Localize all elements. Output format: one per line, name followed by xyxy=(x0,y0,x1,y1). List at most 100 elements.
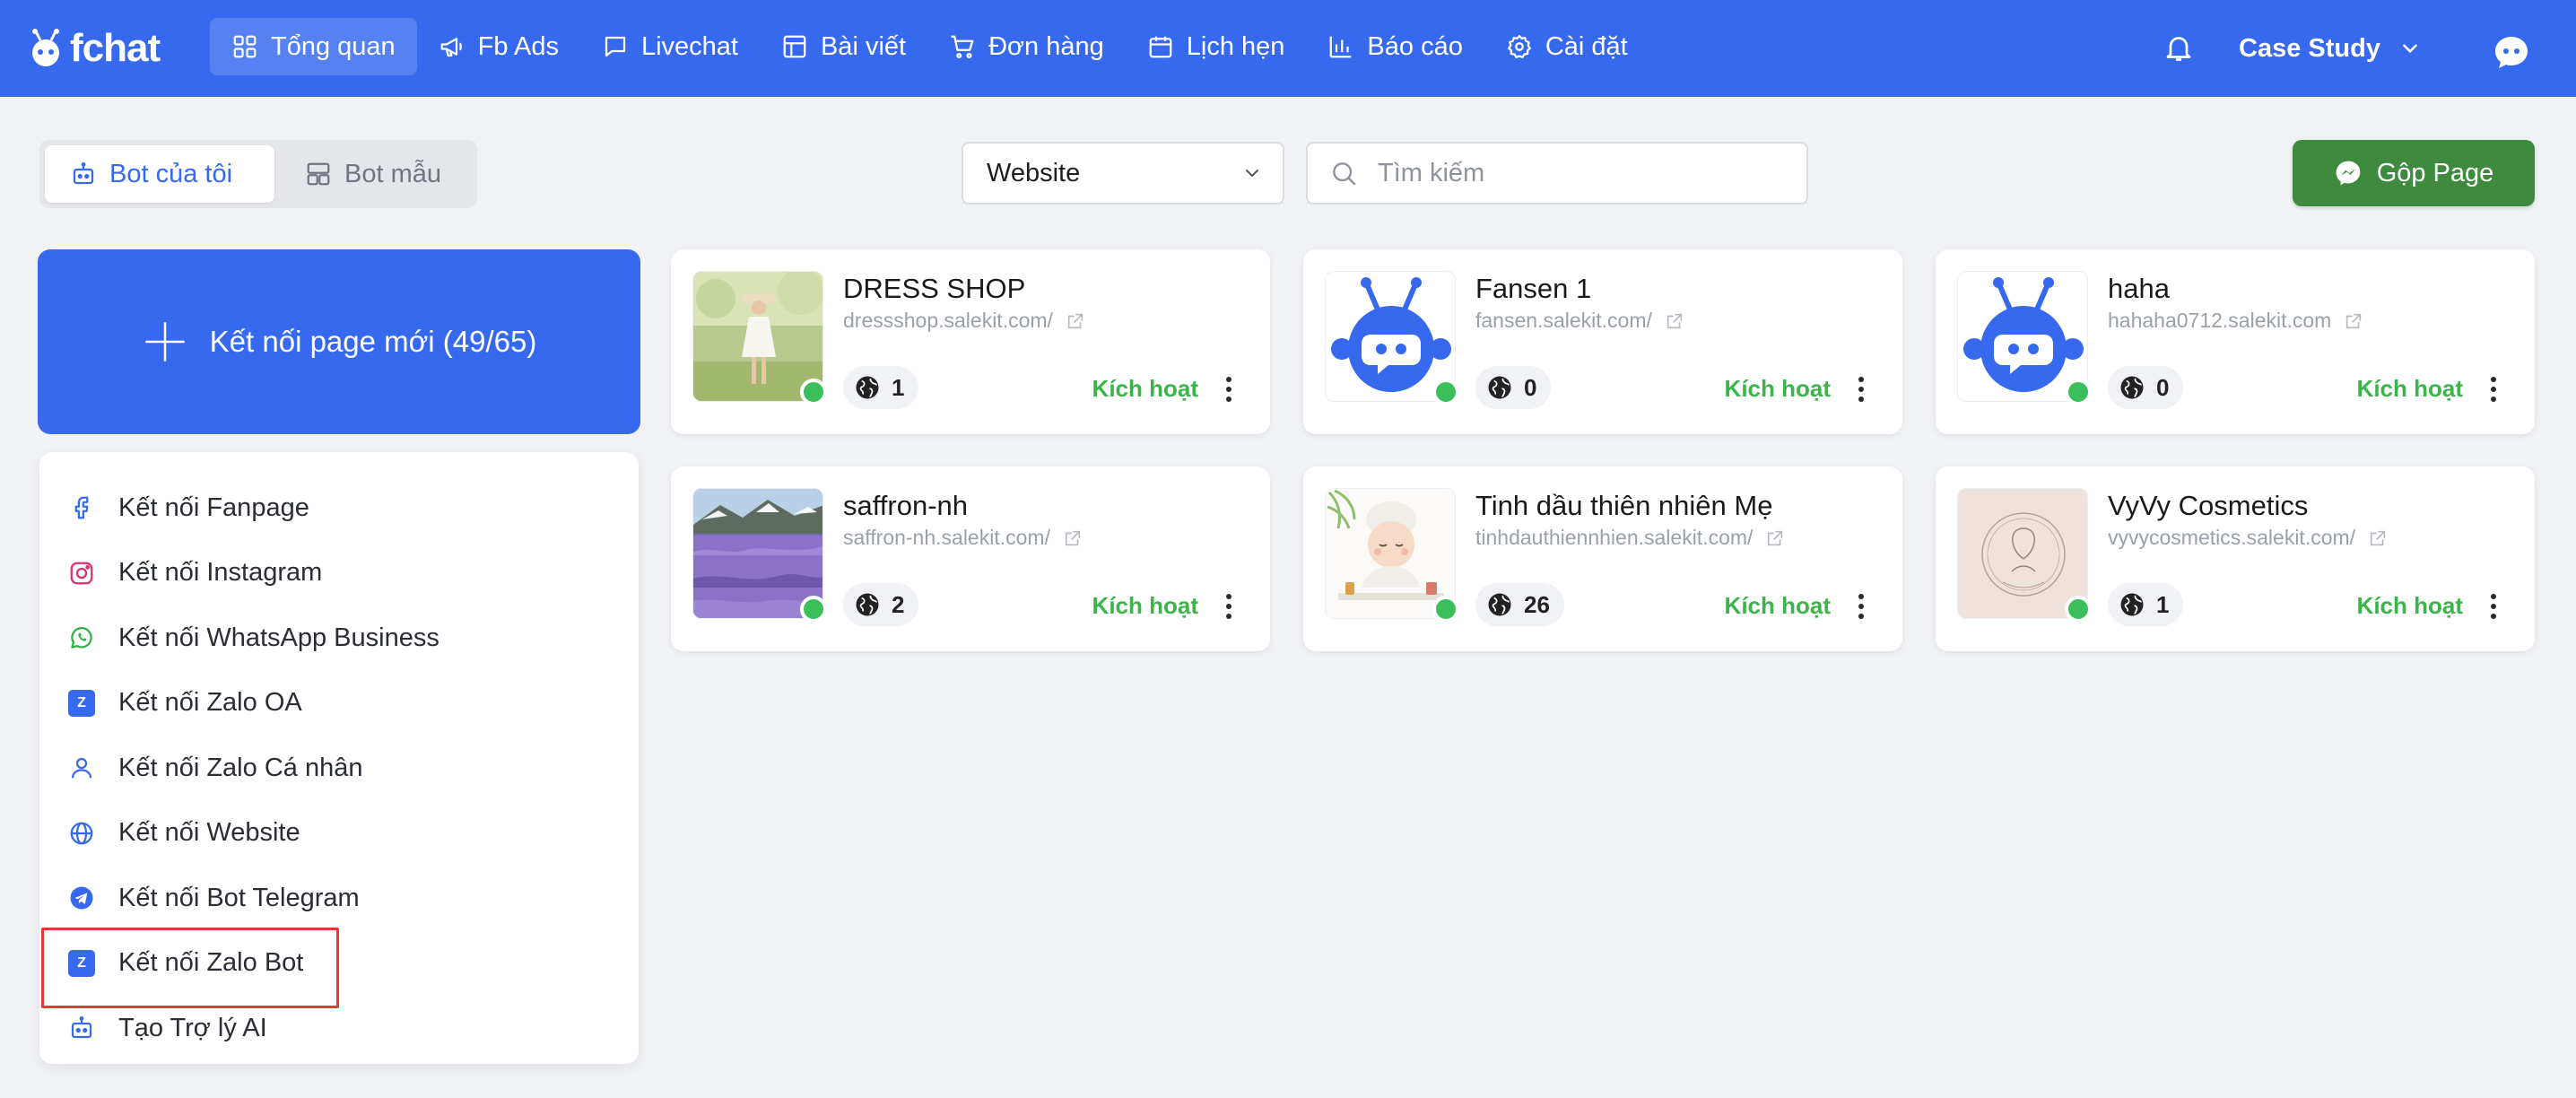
connect-instagram-item[interactable]: Kết nối Instagram xyxy=(39,541,639,606)
more-options-button[interactable] xyxy=(1220,590,1238,623)
nav-bai-viet[interactable]: Bài viết xyxy=(760,18,927,75)
external-link-icon xyxy=(2346,313,2362,328)
connect-zalo-bot-item[interactable]: Z Kết nối Zalo Bot xyxy=(39,927,639,1007)
bot-card[interactable]: saffron-nh saffron-nh.salekit.com/ 2 Kíc… xyxy=(671,466,1270,651)
gear-icon xyxy=(1507,35,1531,58)
nav-cai-dat[interactable]: Cài đặt xyxy=(1484,18,1649,75)
more-options-button[interactable] xyxy=(1852,373,1870,405)
nav-livechat[interactable]: Livechat xyxy=(580,18,760,75)
external-link-icon xyxy=(1065,530,1081,545)
activate-link[interactable]: Kích hoạt xyxy=(1092,375,1198,403)
connect-new-page-button[interactable]: Kết nối page mới (49/65) xyxy=(38,249,640,434)
connect-whatsapp-item[interactable]: Kết nối WhatsApp Business xyxy=(39,606,639,671)
nav-don-hang[interactable]: Đơn hàng xyxy=(927,18,1126,75)
bot-card[interactable]: Tinh dầu thiên nhiên Mẹ tinhdauthiennhie… xyxy=(1303,466,1902,651)
platform-filter-select[interactable]: Website xyxy=(962,142,1284,205)
bot-card[interactable]: Fansen 1 fansen.salekit.com/ 0 Kích hoạt xyxy=(1303,249,1902,434)
more-options-button[interactable] xyxy=(2485,590,2502,623)
menu-item-label: Kết nối Bot Telegram xyxy=(118,883,360,912)
menu-item-label: Kết nối Zalo Bot xyxy=(118,948,304,978)
nav-tong-quan[interactable]: Tổng quan xyxy=(210,18,417,75)
tab-my-bots[interactable]: Bot của tôi xyxy=(45,145,274,203)
bot-url: hahaha0712.salekit.com xyxy=(2108,309,2332,332)
fchat-logo[interactable]: fchat xyxy=(25,23,161,74)
create-ai-assistant-item[interactable]: Tạo Trợ lý AI xyxy=(39,996,639,1061)
menu-item-label: Kết nối Instagram xyxy=(118,558,323,588)
kebab-dot xyxy=(1226,377,1231,382)
kebab-dot xyxy=(1226,594,1231,599)
bot-name: DRESS SHOP xyxy=(843,273,1026,304)
tab-template-bots[interactable]: Bot mẫu xyxy=(280,145,466,203)
zalo-icon: Z xyxy=(68,949,95,977)
plus-icon xyxy=(144,322,185,362)
bot-card[interactable]: haha hahaha0712.salekit.com 0 Kích hoạt xyxy=(1936,249,2535,434)
bot-card[interactable]: DRESS SHOP dressshop.salekit.com/ 1 Kích… xyxy=(671,249,1270,434)
bot-url-link[interactable]: hahaha0712.salekit.com xyxy=(2108,309,2363,333)
channel-count-badge: 2 xyxy=(843,583,919,626)
tab-label: Bot mẫu xyxy=(344,159,441,188)
globe-icon xyxy=(2120,593,2144,616)
search-input[interactable] xyxy=(1378,158,1785,188)
activate-link[interactable]: Kích hoạt xyxy=(2357,375,2463,403)
connect-zalo-oa-item[interactable]: Z Kết nối Zalo OA xyxy=(39,671,639,736)
activate-link[interactable]: Kích hoạt xyxy=(1092,592,1198,620)
connect-fanpage-item[interactable]: Kết nối Fanpage xyxy=(39,475,639,541)
layout-icon xyxy=(783,35,806,58)
telegram-icon xyxy=(70,886,93,910)
nav-bao-cao[interactable]: Báo cáo xyxy=(1306,18,1484,75)
connect-website-item[interactable]: Kết nối Website xyxy=(39,801,639,867)
nav-lich-hen[interactable]: Lịch hẹn xyxy=(1126,18,1307,75)
chat-bubble-icon xyxy=(605,36,626,57)
bot-url-link[interactable]: tinhdauthiennhien.salekit.com/ xyxy=(1475,526,1785,550)
account-switcher[interactable]: Case Study xyxy=(2239,25,2422,72)
bar-chart-icon xyxy=(1330,36,1352,58)
connect-zalo-personal-item[interactable]: Kết nối Zalo Cá nhân xyxy=(39,736,639,801)
kebab-dot xyxy=(1858,396,1864,402)
zalo-icon: Z xyxy=(68,689,95,717)
channel-count: 1 xyxy=(2156,590,2170,618)
bot-url-link[interactable]: vyvycosmetics.salekit.com/ xyxy=(2108,526,2388,550)
tab-label: Bot của tôi xyxy=(109,159,233,188)
top-navbar: fchat Tổng quan Fb Ads Livechat Bài viết… xyxy=(0,0,2576,97)
chevron-down-icon xyxy=(1246,170,1258,178)
kebab-dot xyxy=(1858,387,1864,392)
whatsapp-icon xyxy=(71,627,92,649)
external-link-icon xyxy=(1067,313,1083,328)
bot-name: saffron-nh xyxy=(843,490,969,521)
platform-filter-value: Website xyxy=(987,158,1081,187)
bot-url-link[interactable]: fansen.salekit.com/ xyxy=(1475,309,1684,333)
facebook-icon xyxy=(74,496,89,519)
nav-fb-ads[interactable]: Fb Ads xyxy=(417,18,580,75)
activate-link[interactable]: Kích hoạt xyxy=(2357,592,2463,620)
online-status-dot xyxy=(800,596,827,623)
connect-telegram-item[interactable]: Kết nối Bot Telegram xyxy=(39,866,639,931)
bot-card[interactable]: VyVy Cosmetics vyvycosmetics.salekit.com… xyxy=(1936,466,2535,651)
more-options-button[interactable] xyxy=(1220,373,1238,405)
nav-label: Lịch hẹn xyxy=(1186,31,1285,61)
activate-link[interactable]: Kích hoạt xyxy=(1725,375,1831,403)
bot-icon xyxy=(71,1016,92,1039)
bot-url-link[interactable]: saffron-nh.salekit.com/ xyxy=(843,526,1083,550)
cart-icon xyxy=(951,35,974,58)
bot-url: tinhdauthiennhien.salekit.com/ xyxy=(1475,526,1754,549)
grid-icon xyxy=(233,35,257,58)
bot-url-link[interactable]: dressshop.salekit.com/ xyxy=(843,309,1085,333)
notification-button[interactable] xyxy=(2156,25,2201,70)
channel-count: 2 xyxy=(892,590,905,618)
nav-label: Bài viết xyxy=(820,31,907,61)
more-options-button[interactable] xyxy=(1852,590,1870,623)
fchat-chat-icon[interactable] xyxy=(2492,32,2531,72)
bot-url: vyvycosmetics.salekit.com/ xyxy=(2108,526,2356,549)
kebab-dot xyxy=(1226,604,1231,609)
kebab-dot xyxy=(2491,396,2496,402)
channel-count: 1 xyxy=(892,373,905,401)
kebab-dot xyxy=(1226,614,1231,619)
nav-label: Đơn hàng xyxy=(988,31,1104,61)
more-options-button[interactable] xyxy=(2485,373,2502,405)
account-name: Case Study xyxy=(2239,33,2380,63)
external-link-icon xyxy=(2370,530,2386,545)
bot-name: Fansen 1 xyxy=(1475,273,1592,304)
online-status-dot xyxy=(2065,379,2092,405)
activate-link[interactable]: Kích hoạt xyxy=(1725,592,1831,620)
merge-page-button[interactable]: Gộp Page xyxy=(2293,140,2535,206)
